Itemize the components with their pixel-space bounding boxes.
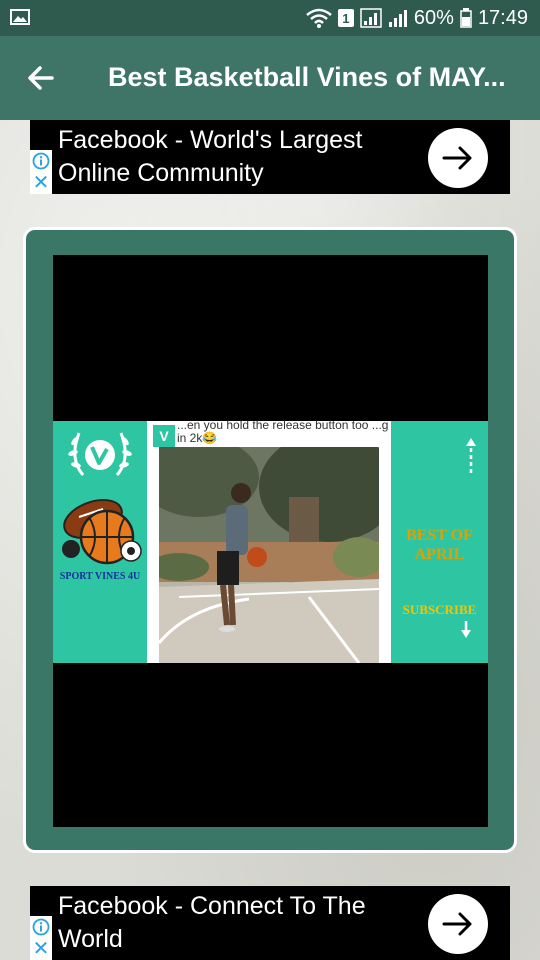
signal-sim1-icon	[360, 8, 382, 28]
video-scene	[159, 447, 379, 663]
ad-open-button[interactable]	[428, 128, 488, 188]
best-of-april-label: BEST OF APRIL	[406, 527, 473, 563]
video-card: SPORT VINES 4U V ...en you hold the rele…	[23, 227, 517, 853]
vine-laurel-logo	[68, 432, 132, 476]
ad-info-button[interactable]	[30, 150, 52, 172]
sim-slot-badge: 1	[337, 9, 354, 27]
app-bar: Best Basketball Vines of MAY...	[0, 36, 540, 120]
channel-branding-panel: SPORT VINES 4U	[53, 421, 147, 663]
close-icon: ✕	[32, 938, 50, 960]
ad-close-button[interactable]: ✕	[30, 172, 52, 194]
arrow-left-icon	[28, 66, 54, 90]
promo-panel: BEST OF APRIL SUBSCRIBE	[391, 421, 488, 663]
vine-clip: V ...en you hold the release button too …	[147, 418, 391, 663]
arrow-up-icon	[466, 438, 476, 473]
battery-percent: 60%	[413, 6, 454, 29]
page-title: Best Basketball Vines of MAY...	[108, 62, 506, 92]
wifi-icon	[306, 8, 332, 28]
vine-badge-icon: V	[153, 425, 175, 447]
info-icon	[32, 918, 50, 936]
channel-name-label: SPORT VINES 4U	[59, 571, 141, 582]
close-icon: ✕	[32, 172, 50, 194]
gallery-notification-icon	[10, 9, 30, 25]
battery-icon	[460, 8, 472, 28]
clock: 17:49	[477, 6, 528, 29]
sports-balls-logo	[62, 499, 142, 565]
vine-caption: ...en you hold the release button too ..…	[177, 418, 389, 445]
arrow-right-icon	[442, 912, 472, 936]
video-player[interactable]: SPORT VINES 4U V ...en you hold the rele…	[53, 255, 488, 827]
info-icon	[32, 152, 50, 170]
video-frame-content: SPORT VINES 4U V ...en you hold the rele…	[53, 418, 488, 663]
ad-open-button[interactable]	[428, 894, 488, 954]
ad-info-button[interactable]	[30, 916, 52, 938]
arrow-down-icon	[461, 621, 471, 638]
arrow-right-icon	[442, 146, 472, 170]
status-bar: 1 60% 17:49	[0, 0, 540, 36]
back-button[interactable]	[22, 60, 62, 96]
subscribe-label: SUBSCRIBE	[402, 602, 477, 617]
ad-text[interactable]: Facebook - Connect To The World	[58, 890, 428, 956]
ad-banner-top[interactable]: Facebook - World's Largest Online Commun…	[30, 120, 510, 194]
signal-sim2-icon	[388, 10, 407, 27]
ad-close-button[interactable]: ✕	[30, 938, 52, 960]
ad-text[interactable]: Facebook - World's Largest Online Commun…	[58, 124, 428, 190]
ad-banner-bottom[interactable]: Facebook - Connect To The World ✕	[30, 886, 510, 960]
